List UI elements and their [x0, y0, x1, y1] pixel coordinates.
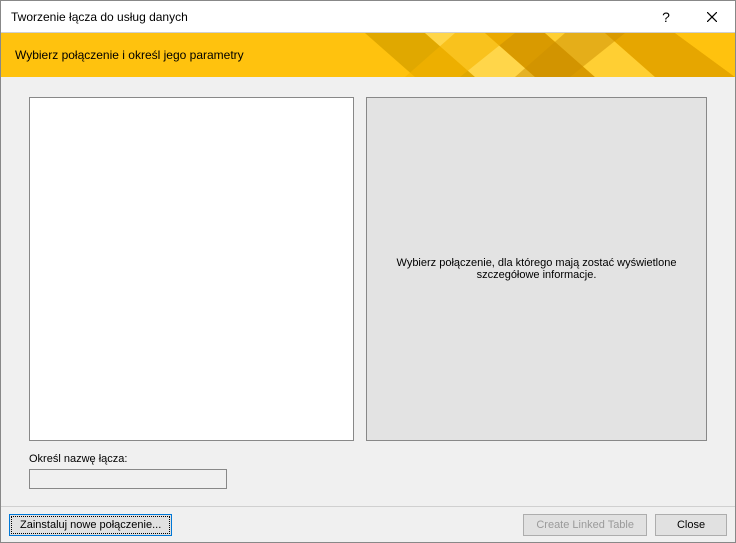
details-placeholder: Wybierz połączenie, dla którego mają zos… [377, 257, 696, 281]
panels-row: Wybierz połączenie, dla którego mają zos… [29, 97, 707, 441]
link-name-input [29, 469, 227, 489]
titlebar: Tworzenie łącza do usług danych ? [1, 1, 735, 33]
help-icon: ? [662, 9, 670, 25]
close-icon [707, 12, 717, 22]
header-decoration [365, 33, 735, 77]
connections-list[interactable] [29, 97, 354, 441]
link-name-label: Określ nazwę łącza: [29, 453, 707, 465]
footer: Zainstaluj nowe połączenie... Create Lin… [1, 506, 735, 542]
window-title: Tworzenie łącza do usług danych [1, 10, 643, 24]
close-window-button[interactable] [689, 1, 735, 33]
details-panel: Wybierz połączenie, dla którego mają zos… [366, 97, 707, 441]
install-connection-button[interactable]: Zainstaluj nowe połączenie... [9, 514, 172, 536]
close-button[interactable]: Close [655, 514, 727, 536]
name-section: Określ nazwę łącza: [29, 453, 707, 489]
create-linked-table-button: Create Linked Table [523, 514, 647, 536]
help-button[interactable]: ? [643, 1, 689, 33]
header-subtitle: Wybierz połączenie i określ jego paramet… [15, 48, 244, 62]
content-area: Wybierz połączenie, dla którego mają zos… [1, 77, 735, 542]
header-band: Wybierz połączenie i określ jego paramet… [1, 33, 735, 77]
